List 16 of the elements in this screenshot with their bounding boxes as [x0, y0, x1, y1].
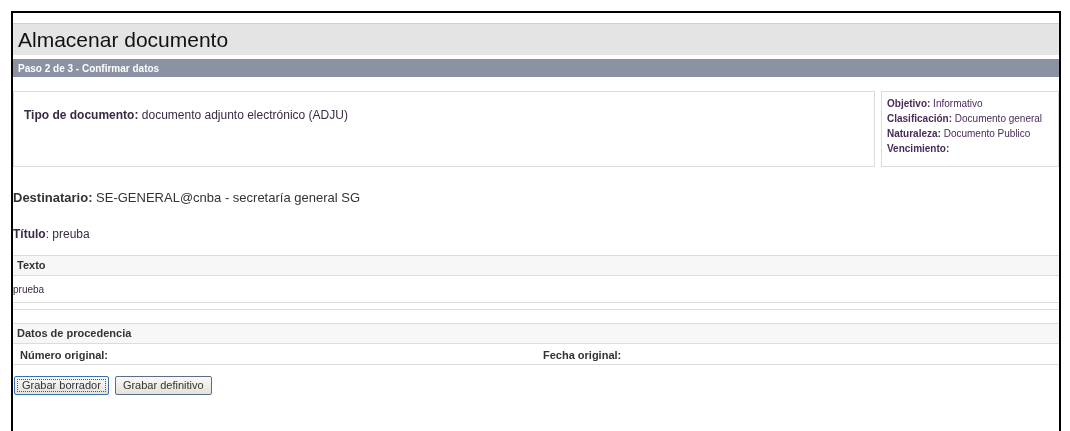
field-label: Fecha original: — [543, 349, 622, 361]
section-header: Texto — [13, 255, 1059, 276]
section-header: Datos de procedencia — [13, 323, 1059, 344]
document-type: Tipo de documento: documento adjunto electrónico (ADJU) — [24, 108, 348, 122]
property-text: Naturaleza: Documento Publico — [887, 127, 1032, 141]
step-bar: Paso 2 de 3 - Confirmar datos — [13, 59, 1059, 77]
subject-text: Título: preuba — [13, 227, 90, 241]
action-button[interactable]: Grabar definitivo — [114, 376, 212, 395]
property-text: Objetivo: Informativo — [887, 97, 984, 111]
body-text: prueba — [13, 282, 45, 297]
recipient-text: Destinatario: SE-GENERAL@cnba - secretaría general SG — [13, 190, 360, 205]
field-label: Número original: — [20, 349, 108, 361]
property-text: Vencimiento: — [887, 142, 951, 156]
property-text: Clasificación: Documento general — [887, 112, 1044, 126]
page-title: Almacenar documento — [13, 23, 1059, 55]
action-button[interactable]: Grabar borrador — [14, 376, 109, 395]
